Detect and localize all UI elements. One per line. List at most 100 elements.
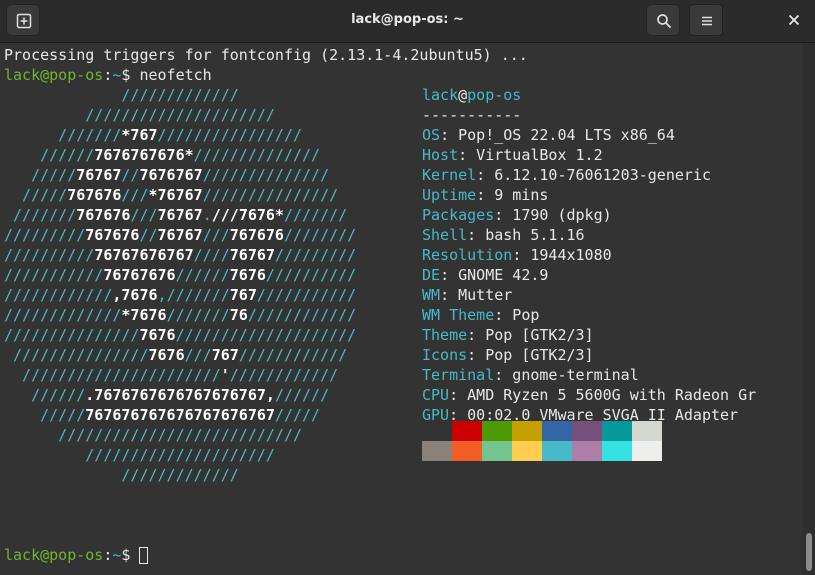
logo-segment: 7676 [229,266,266,284]
info-row: OS: Pop!_OS 22.04 LTS x86_64 [422,125,675,145]
close-button[interactable] [777,4,811,36]
search-button[interactable] [646,4,680,36]
logo-segment: /////////////// [202,186,339,204]
logo-line: ////////////,7676,///////767/////////// [4,285,356,305]
info-value: : GNOME 42.9 [440,266,549,284]
logo-segment: //////////// [247,306,357,324]
info-row: Host: VirtualBox 1.2 [422,145,603,165]
palette-swatch [422,421,452,441]
palette-swatch [422,441,452,461]
logo-segment: //////// [283,226,357,244]
info-value: : gnome-terminal [494,366,639,384]
logo-segment: ///// [4,406,86,424]
logo-segment: /////////////// [4,346,149,364]
logo-segment: /////////////// [4,326,140,344]
info-label: Resolution [422,246,513,264]
info-value: : Pop!_OS 22.04 LTS x86_64 [440,126,675,144]
info-row: Resolution: 1944x1080 [422,245,612,265]
scroll-thumb[interactable] [806,533,812,571]
info-label: Theme [422,326,468,344]
logo-segment: *7676 [121,306,167,324]
command-text: neofetch [130,66,212,84]
palette-swatch [572,441,602,461]
logo-segment: 767676 [67,186,122,204]
info-value: : Pop [GTK2/3] [467,346,594,364]
logo-line: ///////////76767676//////7676////////// [4,265,356,285]
info-value: : Mutter [440,286,513,304]
logo-line: ///////////// [4,85,238,105]
info-row: DE: GNOME 42.9 [422,265,548,285]
palette-swatch [632,421,662,441]
palette-swatch [602,441,632,461]
prompt-user: lack@pop-os [4,66,104,84]
logo-segment: 7676767 [139,166,203,184]
info-value: : Pop [GTK2/3] [467,326,594,344]
info-row: Uptime: 9 mins [422,185,548,205]
logo-segment: 767676 [76,206,131,224]
info-label: Kernel [422,166,477,184]
palette-swatch [482,441,512,461]
logo-segment: *767 [121,126,158,144]
text-cursor [139,547,149,564]
logo-segment: 7676* [238,206,284,224]
logo-segment: ' [220,366,230,384]
palette-swatch [632,441,662,461]
logo-segment: /////////// [4,266,104,284]
info-label: Shell [422,226,468,244]
info-value: : bash 5.1.16 [467,226,585,244]
info-row: Icons: Pop [GTK2/3] [422,345,594,365]
logo-segment: // [121,166,140,184]
logo-line: //////////76767676767////76767///////// [4,245,356,265]
logo-segment: ////////// [265,266,357,284]
palette-swatch [542,441,572,461]
terminal-output[interactable]: Processing triggers for fontconfig (2.13… [0,43,803,575]
logo-segment: /// [211,206,239,224]
logo-segment: 76 [229,306,248,324]
prompt-line[interactable]: lack@pop-os:~$ [4,545,149,565]
logo-line: /////////767676//76767///767676//////// [4,225,356,245]
info-user: lack [422,86,459,104]
logo-segment: //////////////////// [175,326,357,344]
info-label: OS [422,126,441,144]
info-row: Kernel: 6.12.10-76061203-generic [422,165,711,185]
info-label: Host [422,146,459,164]
logo-segment: //////////// [229,366,339,384]
info-label: Terminal [422,366,495,384]
logo-line: ///////////////7676///767//////////// [4,345,347,365]
info-value: : AMD Ryzen 5 5600G with Radeon Gr [449,386,757,404]
info-row: Terminal: gnome-terminal [422,365,639,385]
logo-line: ///////////////////// [4,105,275,125]
logo-line: /////767676///*76767/////////////// [4,185,338,205]
palette-swatch [482,421,512,441]
processing-line: Processing triggers for fontconfig (2.13… [4,46,528,64]
scrollbar[interactable] [803,43,815,575]
logo-line: //////.7676767676767676767,////// [4,385,329,405]
info-host: pop-os [467,86,522,104]
close-icon [788,14,800,26]
logo-segment: ///////// [4,226,86,244]
info-label: DE [422,266,441,284]
logo-line: /////////////*7676///////76//////////// [4,305,356,325]
prompt-user: lack@pop-os [4,546,104,564]
logo-line: ///////////////7676//////////////////// [4,325,356,345]
info-row: WM: Mutter [422,285,512,305]
prompt-dollar: $ [121,546,131,564]
logo-segment: ////////// [4,246,95,264]
menu-button[interactable] [689,4,723,36]
info-value: : 1790 (dpkg) [494,206,612,224]
logo-segment: 76767 [157,226,203,244]
info-value: : 6.12.10-76061203-generic [476,166,711,184]
logo-segment: ///////////// [4,466,239,484]
logo-line: /////767676767676767676767///// [4,405,320,425]
info-row: Packages: 1790 (dpkg) [422,205,612,225]
palette-swatch [602,421,632,441]
info-row: Shell: bash 5.1.16 [422,225,585,245]
info-value: : 1944x1080 [512,246,612,264]
palette-swatch [452,421,482,441]
info-row: Theme: Pop [GTK2/3] [422,325,594,345]
logo-segment: /////// [283,206,348,224]
info-separator: ----------- [422,106,522,124]
logo-segment: //////////////// [157,126,303,144]
info-at: @ [458,86,468,104]
logo-segment: 7676 [139,326,176,344]
